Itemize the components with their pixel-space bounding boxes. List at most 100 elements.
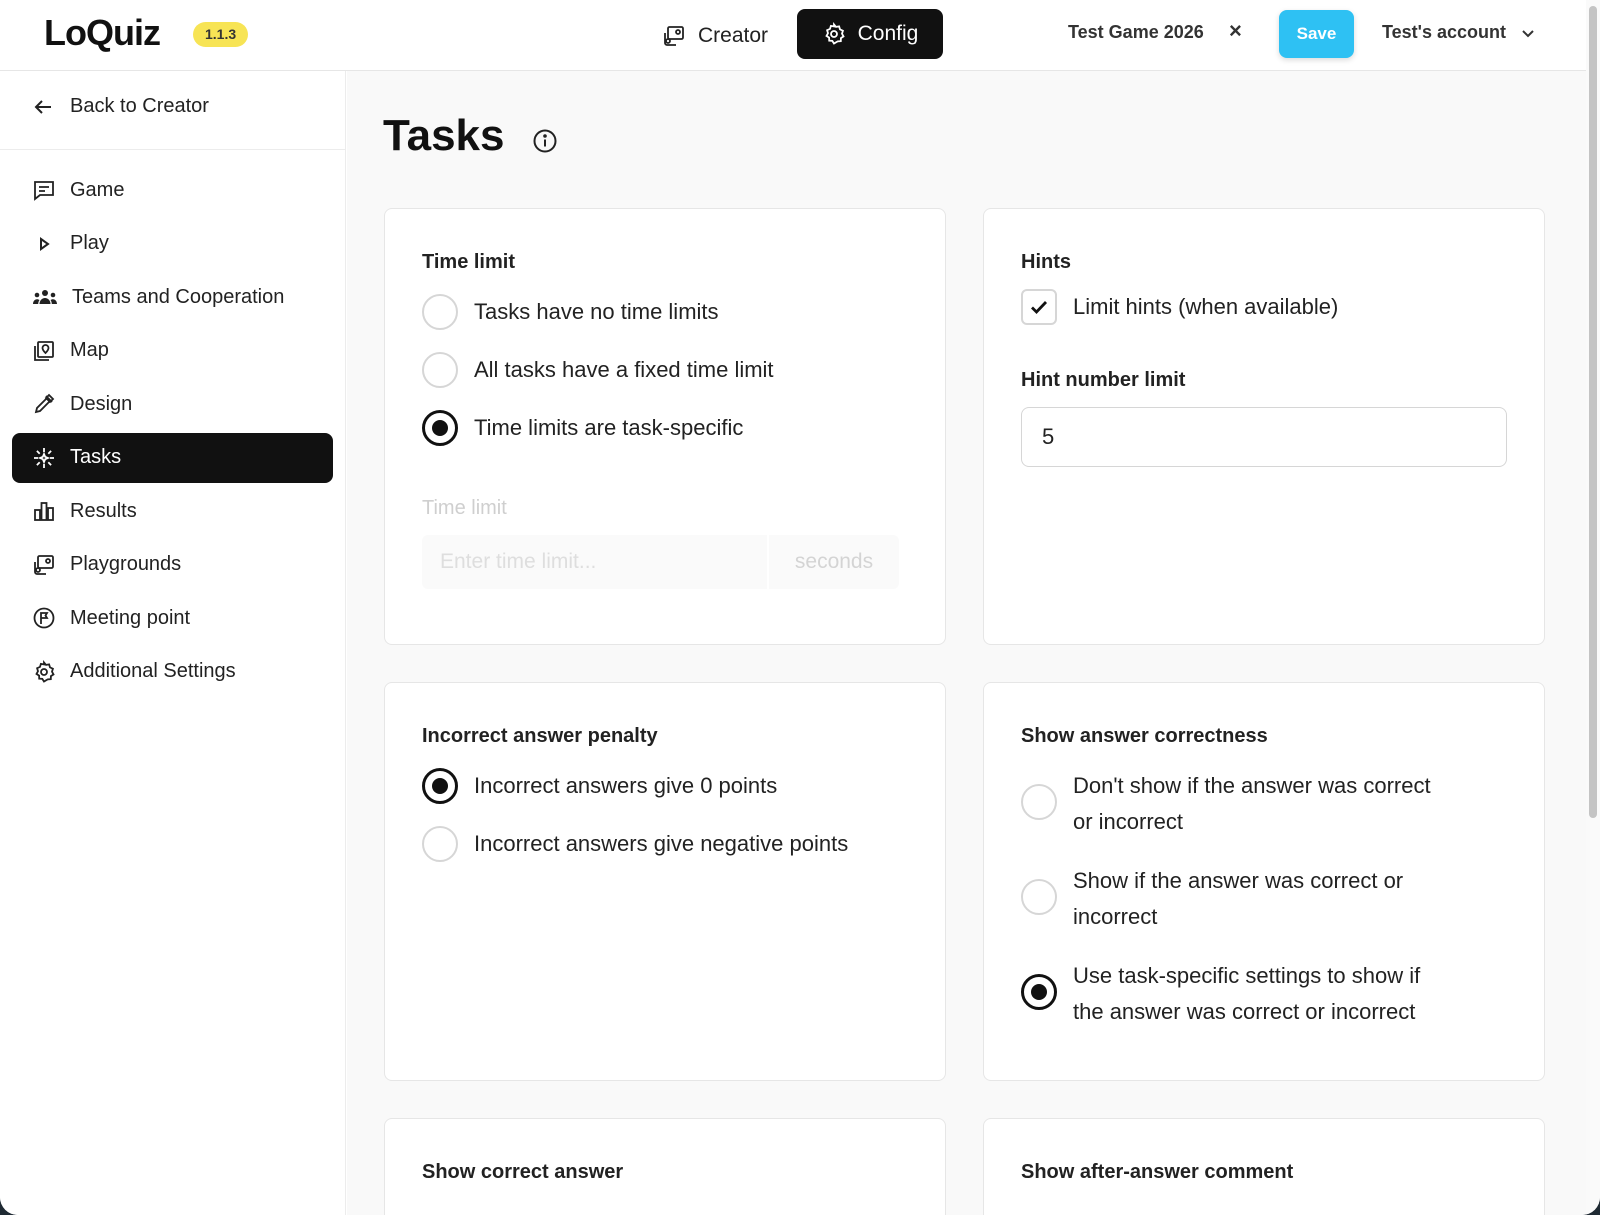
gear-icon xyxy=(824,22,845,45)
account-label: Test's account xyxy=(1382,22,1506,42)
after-answer-comment-card: Show after-answer comment xyxy=(983,1118,1545,1215)
radio-button[interactable] xyxy=(1021,784,1057,820)
sidebar-item-teams[interactable]: Teams and Cooperation xyxy=(12,272,333,322)
back-to-creator-link[interactable]: Back to Creator xyxy=(32,95,209,118)
sidebar-item-play[interactable]: Play xyxy=(12,219,333,269)
radio-button[interactable] xyxy=(422,410,458,446)
map-pin-icon xyxy=(34,340,54,361)
card-title: Incorrect answer penalty xyxy=(422,725,658,747)
radio-button[interactable] xyxy=(422,294,458,330)
limit-hints-checkbox-row[interactable]: Limit hints (when available) xyxy=(1021,289,1338,325)
radio-label: Incorrect answers give negative points xyxy=(474,831,849,856)
sidebar-item-results[interactable]: Results xyxy=(12,486,333,536)
scrollbar[interactable] xyxy=(1586,0,1600,1215)
time-limit-card: Time limit Tasks have no time limits All… xyxy=(384,208,946,645)
radio-zero-points[interactable]: Incorrect answers give 0 points xyxy=(422,768,777,804)
time-limit-field-label: Time limit xyxy=(422,497,507,519)
playground-icon xyxy=(34,554,54,575)
info-icon[interactable] xyxy=(532,128,558,154)
sidebar-item-meeting-point[interactable]: Meeting point xyxy=(12,593,333,643)
card-title: Show answer correctness xyxy=(1021,725,1268,747)
logo: LoQuiz xyxy=(44,12,161,53)
radio-button[interactable] xyxy=(1021,974,1057,1010)
radio-button[interactable] xyxy=(422,768,458,804)
radio-dont-show-correctness[interactable]: Don't show if the answer was correct or … xyxy=(1021,768,1431,840)
page-title: Tasks xyxy=(383,111,505,160)
creator-tab[interactable]: Creator xyxy=(650,14,780,58)
answer-correctness-card: Show answer correctness Don't show if th… xyxy=(983,682,1545,1081)
save-button[interactable]: Save xyxy=(1279,10,1354,58)
sidebar-item-playgrounds[interactable]: Playgrounds xyxy=(12,540,333,590)
radio-label: Show if the answer was correct or incorr… xyxy=(1073,863,1403,935)
users-icon xyxy=(33,290,57,304)
sidebar-item-label: Design xyxy=(70,392,133,415)
radio-label-line: Use task-specific settings to show if xyxy=(1073,963,1421,988)
bar-chart-icon xyxy=(34,502,54,521)
checkbox-label: Limit hints (when available) xyxy=(1073,294,1339,319)
config-tab-label: Config xyxy=(857,22,919,45)
card-title: Hints xyxy=(1021,251,1071,273)
pipette-icon xyxy=(34,393,55,414)
account-menu[interactable]: Test's account xyxy=(1382,22,1536,43)
sidebar-item-label: Play xyxy=(70,232,109,254)
sidebar-item-label: Meeting point xyxy=(70,606,191,629)
time-limit-input xyxy=(422,535,767,589)
sidebar-item-additional-settings[interactable]: Additional Settings xyxy=(12,647,333,697)
gear-icon xyxy=(35,659,55,683)
hints-card: Hints Limit hints (when available) Hint … xyxy=(983,208,1545,645)
radio-negative-points[interactable]: Incorrect answers give negative points xyxy=(422,826,848,862)
radio-label: All tasks have a fixed time limit xyxy=(474,357,774,382)
card-title: Time limit xyxy=(422,251,515,273)
radio-label-line: the answer was correct or incorrect xyxy=(1073,999,1416,1024)
creator-tab-label: Creator xyxy=(698,24,769,47)
radio-task-specific-correctness[interactable]: Use task-specific settings to show if th… xyxy=(1021,958,1420,1030)
radio-label: Time limits are task-specific xyxy=(474,415,744,440)
radio-label-line: Show if the answer was correct or xyxy=(1073,868,1404,893)
show-correct-answer-card: Show correct answer xyxy=(384,1118,946,1215)
play-icon xyxy=(40,236,50,251)
hint-number-label: Hint number limit xyxy=(1021,369,1186,391)
radio-label-line: or incorrect xyxy=(1073,809,1184,834)
check-icon xyxy=(1031,301,1048,315)
radio-label-line: incorrect xyxy=(1073,904,1158,929)
app-window: LoQuiz 1.1.3 Creator Config Test Game 20… xyxy=(0,0,1600,1215)
limit-hints-checkbox[interactable] xyxy=(1021,289,1057,325)
chevron-down-icon xyxy=(1522,29,1534,37)
radio-button[interactable] xyxy=(1021,879,1057,915)
sidebar-item-map[interactable]: Map xyxy=(12,326,333,376)
card-title: Show after-answer comment xyxy=(1021,1161,1294,1183)
sidebar-item-label: Playgrounds xyxy=(70,553,182,575)
radio-label: Incorrect answers give 0 points xyxy=(474,773,778,798)
radio-label: Tasks have no time limits xyxy=(474,299,719,324)
message-square-icon xyxy=(34,181,54,201)
sidebar-item-game[interactable]: Game xyxy=(12,165,333,215)
radio-button[interactable] xyxy=(422,352,458,388)
sidebar-item-label: Map xyxy=(70,339,109,361)
sidebar-item-label: Game xyxy=(70,178,125,201)
hint-number-input[interactable] xyxy=(1021,407,1507,467)
radio-task-specific[interactable]: Time limits are task-specific xyxy=(422,410,743,446)
sidebar-item-label: Teams and Cooperation xyxy=(72,285,285,308)
sidebar-item-design[interactable]: Design xyxy=(12,379,333,429)
scrollbar-thumb[interactable] xyxy=(1589,6,1597,818)
incorrect-penalty-card: Incorrect answer penalty Incorrect answe… xyxy=(384,682,946,1081)
card-title: Show correct answer xyxy=(422,1161,624,1183)
radio-fixed-time-limit[interactable]: All tasks have a fixed time limit xyxy=(422,352,774,388)
close-game-icon[interactable]: × xyxy=(1229,18,1242,44)
version-badge: 1.1.3 xyxy=(193,22,249,47)
sparkle-icon xyxy=(34,447,54,468)
playground-icon xyxy=(664,26,684,46)
radio-no-time-limits[interactable]: Tasks have no time limits xyxy=(422,294,719,330)
radio-label-line: Don't show if the answer was correct xyxy=(1073,773,1431,798)
back-label: Back to Creator xyxy=(70,95,209,117)
radio-label: Use task-specific settings to show if th… xyxy=(1073,958,1420,1030)
sidebar-item-label: Results xyxy=(70,499,137,522)
top-bar: LoQuiz 1.1.3 Creator Config Test Game 20… xyxy=(0,0,1586,71)
config-tab[interactable]: Config xyxy=(797,9,943,59)
arrow-left-icon xyxy=(34,99,51,114)
main-content: Tasks Time limit Tasks have no time limi… xyxy=(347,71,1586,1215)
radio-show-correctness[interactable]: Show if the answer was correct or incorr… xyxy=(1021,863,1403,935)
sidebar-item-tasks[interactable]: Tasks xyxy=(12,432,333,483)
sidebar-nav: Game Play Teams and Cooperation Map Desi… xyxy=(12,165,333,700)
radio-button[interactable] xyxy=(422,826,458,862)
